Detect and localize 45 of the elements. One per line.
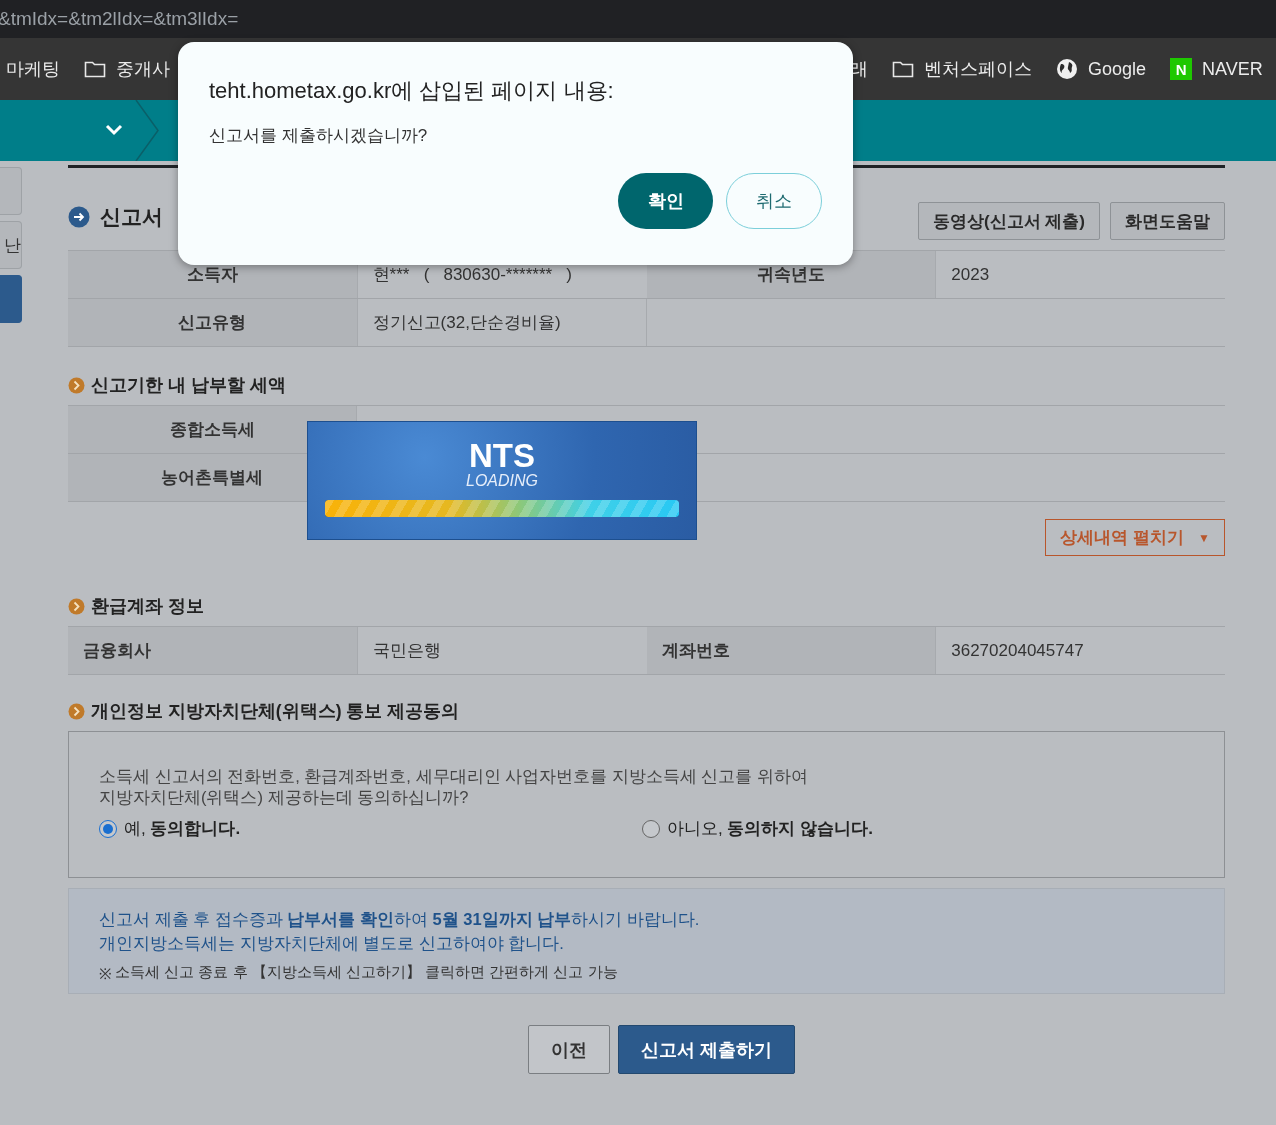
bullet-icon [68, 702, 85, 720]
radio-button[interactable] [99, 819, 117, 838]
note-text: 소득세 신고 종료 후 【지방소득세 신고하기】 클릭하면 간편하게 신고 가능 [115, 963, 618, 982]
bookmark-label[interactable]: 벤처스페이스 [924, 57, 1032, 81]
table-cell: 정기신고(32,단순경비율) [357, 298, 647, 347]
table-cell: 신고유형 [68, 298, 358, 347]
bookmark-label[interactable]: Google [1088, 58, 1147, 80]
arrow-circle-icon [68, 206, 90, 228]
folder-icon [892, 60, 914, 78]
notice-text: 신고서 제출 후 접수증과 납부서를 확인하여 5월 31일까지 납부하시기 바랍니다. [99, 909, 701, 930]
loading-label: LOADING [466, 472, 538, 490]
bullet-icon [68, 597, 85, 615]
radio-label[interactable]: 아니오, 동의하지 않습니다. [667, 817, 873, 840]
confirm-button[interactable]: 확인 [618, 173, 713, 229]
header-button[interactable]: 화면도움말 [1110, 202, 1225, 240]
table-cell: 36270204045747 [935, 626, 1225, 675]
bullet-icon [68, 376, 85, 394]
subsection-title: 신고기한 내 납부할 세액 [91, 374, 286, 397]
radio-button[interactable] [642, 819, 660, 838]
note-mark: ※ [99, 964, 112, 983]
globe-icon [1056, 58, 1078, 80]
bookmark-label[interactable]: NAVER [1202, 58, 1263, 80]
consent-question: 소득세 신고서의 전화번호, 환급계좌번호, 세무대리인 사업자번호를 지방소득세 신고를 위하여 지방자치단체(위택스) 제공하는데 동의하십니까? [99, 766, 809, 808]
breadcrumb-separator-icon [134, 100, 160, 161]
folder-icon [84, 60, 106, 78]
previous-button[interactable]: 이전 [528, 1025, 611, 1074]
table-cell: 국민은행 [357, 626, 647, 675]
submit-button[interactable]: 신고서 제출하기 [618, 1025, 795, 1074]
radio-label[interactable]: 예, 동의합니다. [124, 817, 241, 840]
table-cell: 계좌번호 [646, 626, 936, 675]
dialog-message: 신고서를 제출하시겠습니까? [209, 125, 429, 147]
bookmark-label[interactable]: 중개사 [116, 57, 170, 81]
notice-text: 개인지방소득세는 지방자치단체에 별도로 신고하여야 합니다. [99, 933, 565, 954]
bookmark-label[interactable]: 마케팅 [6, 57, 60, 81]
section-title: 신고서 [100, 204, 163, 230]
side-tab[interactable]: 난 [0, 221, 22, 269]
subsection-title: 환급계좌 정보 [91, 595, 204, 618]
header-button[interactable]: 동영상(신고서 제출) [917, 202, 1100, 240]
loading-title: NTS [469, 440, 535, 472]
subsection-title: 개인정보 지방자치단체(위택스) 통보 제공동의 [91, 700, 460, 723]
table-cell: 2023 [935, 250, 1225, 299]
cancel-button[interactable]: 취소 [726, 173, 822, 229]
dialog-title: teht.hometax.go.kr에 삽입된 페이지 내용: [209, 77, 615, 105]
table-cell: 금융회사 [68, 626, 358, 675]
naver-logo-icon: N [1170, 58, 1193, 80]
